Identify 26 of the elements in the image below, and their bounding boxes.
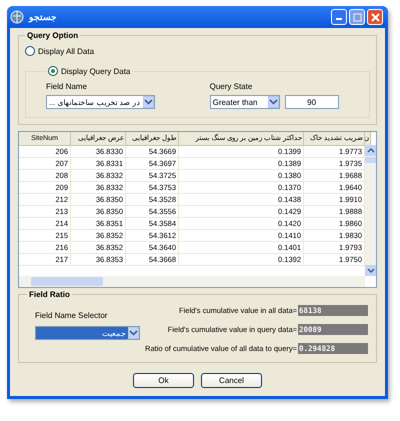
value-input[interactable]: 90: [284, 95, 339, 109]
caret-icon: [129, 330, 138, 336]
close-button[interactable]: [367, 9, 383, 25]
radio-option[interactable]: Display Query Data: [48, 66, 130, 76]
caret-icon: [268, 99, 278, 105]
field-label: Field Name: [46, 82, 88, 91]
field-label: Query State: [210, 82, 254, 91]
maximize-icon: [352, 12, 362, 22]
query-state-dropdown[interactable]: Greater than: [210, 95, 280, 109]
group-title: Field Ratio: [28, 290, 71, 299]
group-title: Query Option: [26, 31, 80, 40]
window-title: جستجو: [29, 12, 57, 22]
maximize-button[interactable]: [349, 9, 365, 25]
vertical-scrollbar[interactable]: [365, 145, 376, 276]
scrollbar-thumb[interactable]: [365, 157, 376, 163]
horizontal-scrollbar[interactable]: [19, 276, 365, 287]
cancel-button[interactable]: Cancel: [201, 373, 262, 388]
field-selector-dropdown[interactable]: جمعیت: [35, 326, 140, 340]
radio-option[interactable]: Display All Data: [25, 46, 94, 56]
caret-icon: [144, 99, 153, 105]
globe-icon: [10, 10, 24, 24]
field-label: Field Name Selector: [35, 311, 108, 320]
scrollbar-thumb[interactable]: [31, 277, 103, 286]
minimize-button[interactable]: [331, 9, 347, 25]
close-icon: [370, 12, 380, 22]
ok-button[interactable]: Ok: [133, 373, 194, 388]
